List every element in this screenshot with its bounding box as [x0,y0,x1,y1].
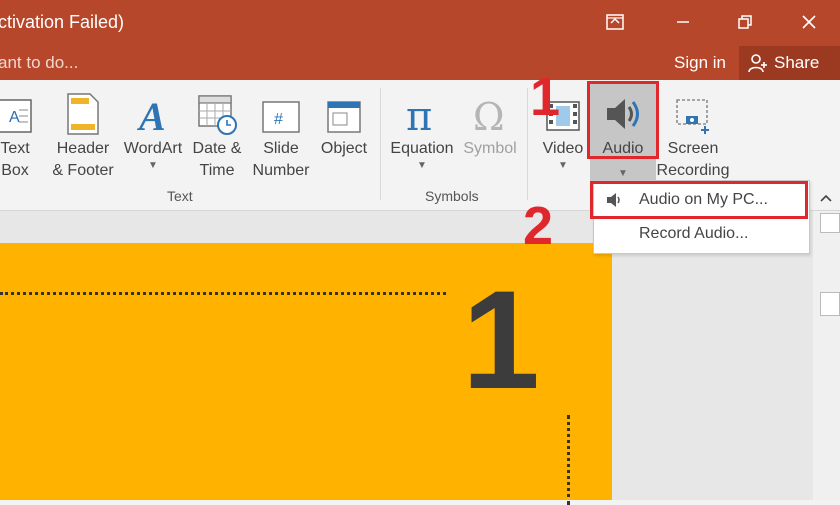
symbol-button[interactable]: Ω Symbol [460,88,520,160]
group-divider [380,88,381,200]
restore-window-icon[interactable] [730,8,760,36]
audio-highlight-box [587,81,659,159]
svg-text:Ω: Ω [473,95,505,136]
scroll-thumb[interactable] [820,292,840,316]
svg-text:π: π [406,94,432,136]
slide-number-icon: # [248,88,314,136]
text-box-button[interactable]: A Text Box [0,88,40,182]
symbols-group-label: Symbols [425,188,479,204]
slide-number-button[interactable]: # Slide Number [248,88,314,182]
wordart-dropdown-icon: ▼ [148,160,158,171]
share-label: Share [774,53,820,72]
placeholder-border-right [567,415,570,505]
collapse-ribbon-icon[interactable] [816,190,836,206]
wordart-icon: A [120,88,186,136]
audio-on-my-pc-highlight-box [590,181,808,219]
window-title: ctivation Failed) [0,12,125,32]
pi-icon: π [386,88,458,136]
menu-item-record-audio[interactable]: Record Audio... [594,217,807,251]
equation-button[interactable]: π Equation ▼ [386,88,458,172]
text-box-icon: A [0,88,40,136]
text-group-label: Text [167,188,193,204]
step-1-label: 1 [530,67,561,127]
svg-text:#: # [274,111,283,128]
user-icon [748,54,767,73]
equation-dropdown-icon: ▼ [417,160,427,171]
group-divider [527,88,528,200]
object-button[interactable]: Object [316,88,372,160]
audio-dropdown-icon: ▼ [618,168,628,179]
scroll-up-button[interactable] [820,213,840,233]
wordart-button[interactable]: A WordArt ▼ [120,88,186,172]
date-time-button[interactable]: Date & Time [188,88,246,182]
slide-number-text[interactable]: 1 [462,270,540,410]
share-button[interactable]: Share [739,46,840,80]
vertical-scrollbar[interactable] [813,211,840,500]
header-footer-icon [46,88,120,136]
title-bar: ctivation Failed) [0,0,840,46]
placeholder-border-top [0,292,446,295]
ribbon-display-options-icon[interactable] [600,8,630,36]
sign-in-link[interactable]: Sign in [674,53,726,73]
tell-me-bar: ant to do... Sign in Share [0,46,840,80]
screen-recording-button[interactable]: Screen Recording [654,88,732,182]
step-2-label: 2 [523,196,554,256]
header-footer-button[interactable]: Header & Footer [46,88,120,182]
video-dropdown-icon: ▼ [558,160,568,171]
tell-me-input[interactable]: ant to do... [0,53,78,73]
screen-recording-icon [654,88,732,136]
omega-icon: Ω [460,88,520,136]
svg-text:A: A [9,109,20,126]
minimize-icon[interactable] [668,8,698,36]
object-icon [316,88,372,136]
svg-text:A: A [136,94,166,136]
close-icon[interactable] [794,8,824,36]
calendar-clock-icon [188,88,246,136]
